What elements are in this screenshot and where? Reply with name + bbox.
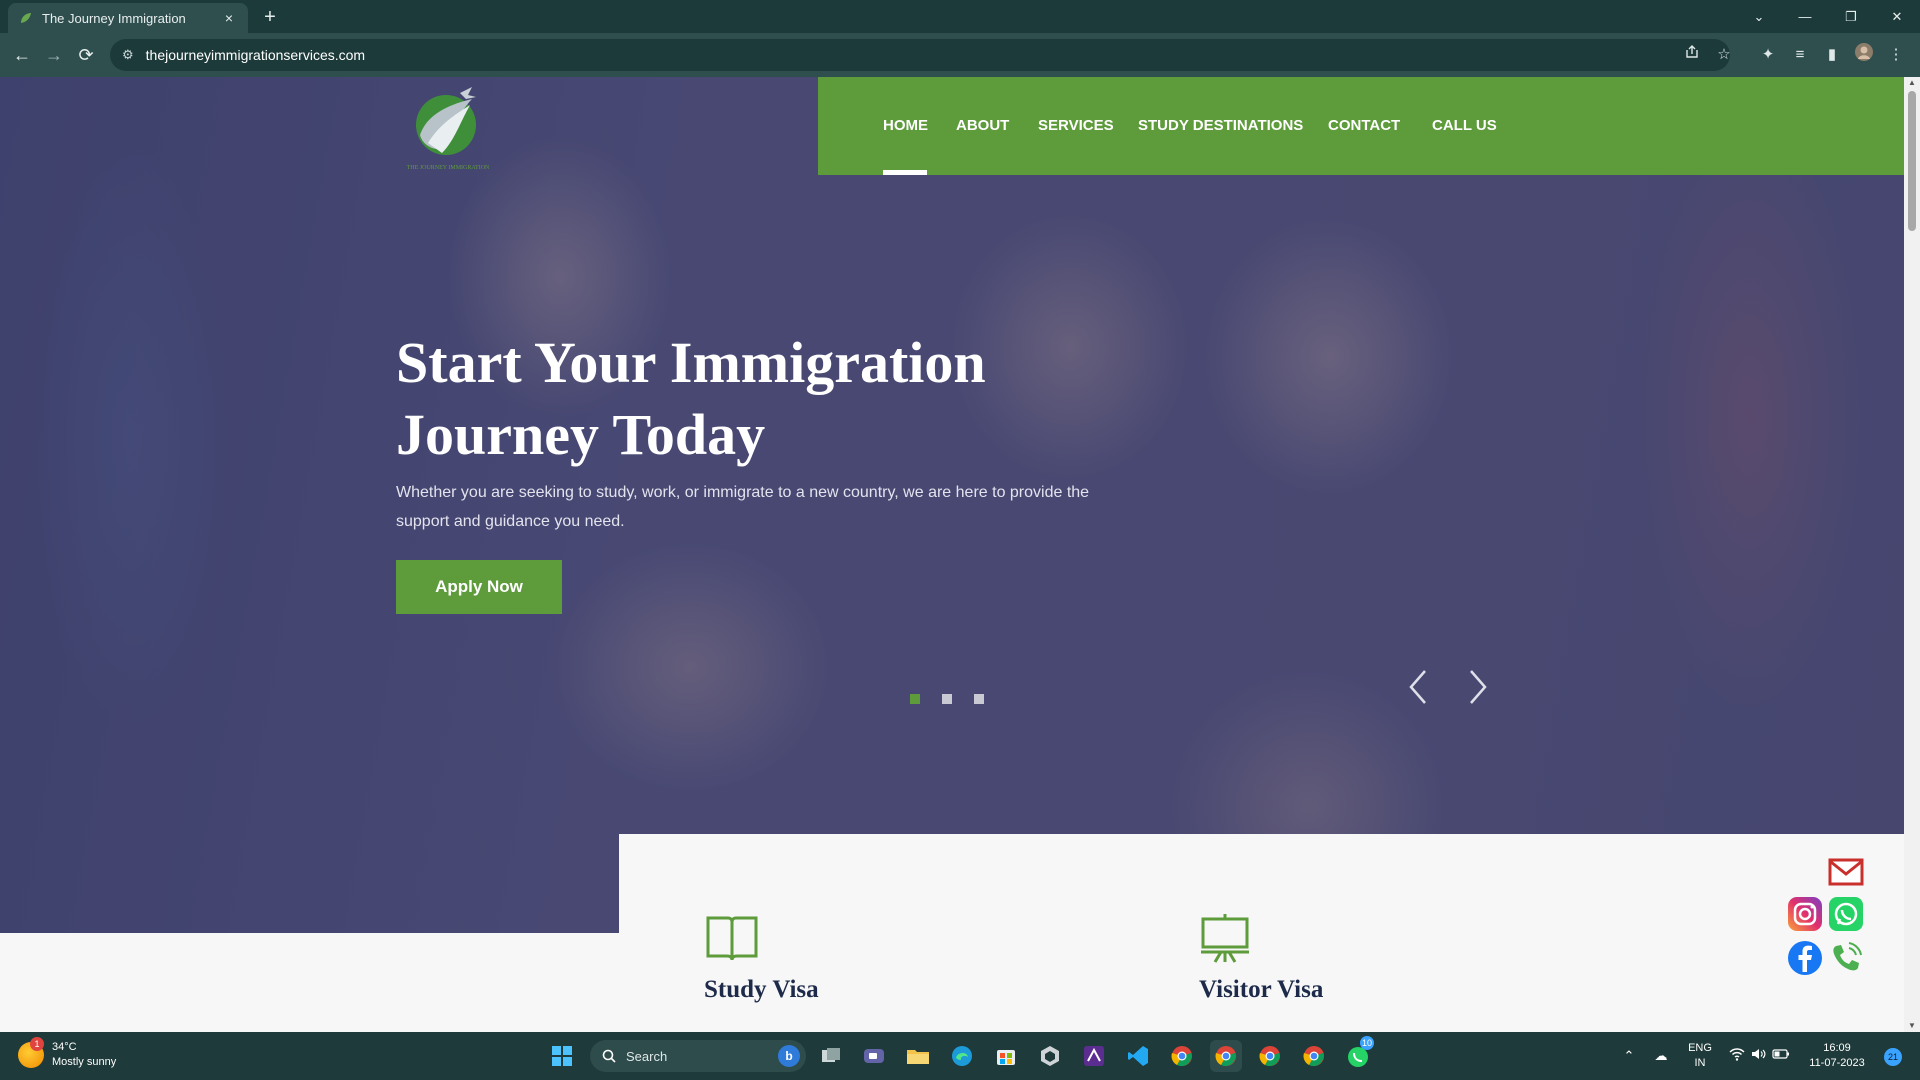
browser-menu-icon[interactable]: ⋮ — [1884, 43, 1908, 67]
browser-tab-strip: The Journey Immigration × + ⌄ — ❐ ✕ — [0, 0, 1920, 33]
page-scrollbar[interactable]: ▲ ▼ — [1904, 77, 1920, 1032]
main-navbar: HOME ABOUT SERVICES STUDY DESTINATIONS C… — [818, 77, 1904, 175]
language-region: IN — [1694, 1057, 1706, 1069]
visual-studio-icon[interactable] — [1078, 1040, 1110, 1072]
onedrive-cloud-icon[interactable]: ☁ — [1652, 1047, 1670, 1065]
whatsapp-desktop-icon[interactable]: 10 — [1342, 1036, 1375, 1072]
browser-tab[interactable]: The Journey Immigration × — [8, 3, 248, 33]
scroll-up-arrow-icon[interactable]: ▲ — [1904, 77, 1920, 89]
nav-services[interactable]: SERVICES — [1038, 77, 1114, 175]
clock[interactable]: 16:09 11-07-2023 — [1800, 1041, 1874, 1071]
taskbar-search[interactable]: Search b — [590, 1040, 806, 1072]
wifi-icon[interactable] — [1728, 1047, 1746, 1065]
gmail-icon[interactable] — [1828, 854, 1864, 890]
chrome-icon-active[interactable] — [1210, 1040, 1242, 1072]
unity-hub-icon[interactable] — [1034, 1040, 1066, 1072]
browser-toolbar: ← → ⟳ ⚙ thejourneyimmigrationservices.co… — [0, 33, 1920, 77]
url-text[interactable]: thejourneyimmigrationservices.com — [146, 47, 365, 63]
media-icon[interactable]: ≡ — [1788, 43, 1812, 67]
hero-title-line-2: Journey Today — [396, 402, 766, 467]
forward-button[interactable]: → — [42, 43, 66, 67]
chrome-icon-4[interactable] — [1298, 1040, 1330, 1072]
hero-section: THE JOURNEY IMMIGRATION HOME ABOUT SERVI… — [0, 77, 1904, 933]
nav-contact[interactable]: CONTACT — [1328, 77, 1400, 175]
nav-home[interactable]: HOME — [883, 77, 928, 175]
file-explorer-icon[interactable] — [902, 1040, 934, 1072]
slider-next-arrow-icon[interactable] — [1463, 665, 1493, 709]
scrollbar-thumb[interactable] — [1908, 91, 1916, 231]
notification-count-badge[interactable]: 21 — [1884, 1048, 1902, 1066]
sun-icon: 1 — [18, 1037, 44, 1068]
back-button[interactable]: ← — [10, 43, 34, 67]
tab-close-icon[interactable]: × — [220, 10, 238, 26]
service-title-study-visa[interactable]: Study Visa — [704, 976, 819, 1004]
show-hidden-icons-chevron-icon[interactable]: ⌃ — [1620, 1047, 1638, 1065]
weather-widget[interactable]: 1 34°C Mostly sunny — [18, 1037, 117, 1070]
language-code: ENG — [1688, 1042, 1712, 1054]
windows-taskbar: 1 34°C Mostly sunny Search b 10 ⌃ ☁ ENG … — [0, 1032, 1920, 1080]
minimize-button[interactable]: — — [1782, 0, 1828, 33]
weather-temperature: 34°C — [52, 1041, 77, 1053]
share-icon[interactable] — [1680, 43, 1704, 67]
taskbar-search-label: Search — [626, 1048, 668, 1064]
edge-browser-icon[interactable] — [946, 1040, 978, 1072]
hero-title-line-1: Start Your Immigration — [396, 330, 986, 395]
language-indicator[interactable]: ENG IN — [1684, 1041, 1716, 1071]
facebook-icon[interactable] — [1787, 940, 1823, 976]
clock-time: 16:09 — [1823, 1042, 1851, 1054]
windows-start-icon[interactable] — [546, 1040, 578, 1072]
web-page: THE JOURNEY IMMIGRATION HOME ABOUT SERVI… — [0, 77, 1904, 1032]
hero-description: Whether you are seeking to study, work, … — [396, 484, 1090, 530]
side-panel-icon[interactable]: ▮ — [1820, 43, 1844, 67]
weather-badge: 1 — [30, 1037, 44, 1051]
slide-dot-2[interactable] — [942, 694, 952, 704]
weather-description: Mostly sunny — [52, 1056, 117, 1068]
address-bar[interactable]: ⚙ thejourneyimmigrationservices.com — [110, 39, 1730, 71]
task-view-icon[interactable] — [815, 1040, 847, 1072]
whatsapp-icon[interactable] — [1828, 896, 1864, 932]
chrome-icon-1[interactable] — [1166, 1040, 1198, 1072]
nav-study-destinations[interactable]: STUDY DESTINATIONS — [1138, 77, 1303, 175]
profile-icon[interactable] — [1852, 43, 1876, 67]
bookmark-star-icon[interactable]: ☆ — [1712, 43, 1736, 67]
site-info-icon[interactable]: ⚙ — [122, 47, 134, 63]
teams-chat-icon[interactable] — [858, 1040, 890, 1072]
phone-icon[interactable] — [1828, 940, 1864, 976]
chrome-icon-3[interactable] — [1254, 1040, 1286, 1072]
clock-date: 11-07-2023 — [1809, 1057, 1865, 1069]
bing-icon: b — [778, 1045, 800, 1067]
instagram-icon[interactable] — [1787, 896, 1823, 932]
tab-search-dropdown-icon[interactable]: ⌄ — [1736, 0, 1782, 33]
nav-about[interactable]: ABOUT — [956, 77, 1009, 175]
tab-title: The Journey Immigration — [42, 10, 186, 26]
open-book-icon — [704, 912, 764, 968]
whatsapp-unread-badge: 10 — [1360, 1036, 1375, 1050]
search-icon — [602, 1049, 616, 1063]
close-window-button[interactable]: ✕ — [1874, 0, 1920, 33]
vscode-icon[interactable] — [1122, 1040, 1154, 1072]
service-title-visitor-visa[interactable]: Visitor Visa — [1199, 976, 1323, 1004]
site-favicon-icon — [18, 10, 34, 26]
extensions-icon[interactable]: ✦ — [1756, 43, 1780, 67]
battery-icon[interactable] — [1772, 1047, 1790, 1065]
slider-prev-arrow-icon[interactable] — [1403, 665, 1433, 709]
hero-title: Start Your Immigration Journey Today — [396, 327, 1116, 471]
microsoft-store-icon[interactable] — [990, 1040, 1022, 1072]
presentation-board-icon — [1199, 912, 1259, 968]
new-tab-button[interactable]: + — [258, 5, 282, 29]
site-logo[interactable]: THE JOURNEY IMMIGRATION — [398, 83, 498, 175]
scroll-down-arrow-icon[interactable]: ▼ — [1904, 1020, 1920, 1032]
slide-dot-3[interactable] — [974, 694, 984, 704]
restore-button[interactable]: ❐ — [1828, 0, 1874, 33]
reload-button[interactable]: ⟳ — [74, 43, 98, 67]
nav-call-us[interactable]: CALL US — [1432, 77, 1497, 175]
services-section: Study Visa Visitor Visa — [619, 834, 1904, 1032]
nav-active-indicator — [883, 170, 927, 175]
apply-now-button[interactable]: Apply Now — [396, 560, 562, 614]
volume-icon[interactable] — [1750, 1047, 1768, 1065]
slide-dot-1[interactable] — [910, 694, 920, 704]
logo-text: THE JOURNEY IMMIGRATION — [407, 165, 490, 171]
